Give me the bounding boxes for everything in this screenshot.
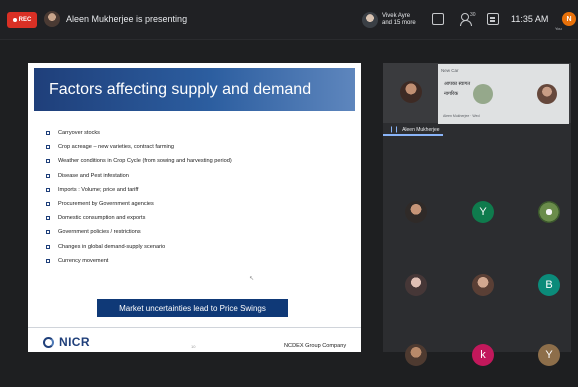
main-speaker-avatar <box>400 81 422 103</box>
popup-text-1: आपका स्वागत <box>444 81 471 87</box>
bullet-item: Currency movement <box>46 254 232 268</box>
participant-tile-flower[interactable] <box>538 201 560 223</box>
slide-page-number: 10 <box>191 344 196 349</box>
self-avatar: N <box>562 12 576 26</box>
slide-footer-company: NCDEX Group Company <box>284 343 347 349</box>
popup-header: New Car <box>441 68 459 73</box>
clock: 11:35 AM <box>511 14 549 24</box>
bullet-item: Disease and Pest infestation <box>46 169 232 183</box>
participant-tile-photo[interactable] <box>405 344 427 366</box>
bullet-text: Carryover stocks <box>58 130 100 137</box>
bullet-box-icon <box>46 216 50 221</box>
participant-tile-k[interactable]: k <box>472 344 494 366</box>
bullet-text: Domestic consumption and exports <box>58 215 146 222</box>
popup-text-2: नागरिक <box>444 91 459 97</box>
bullet-item: Imports : Volume; price and tariff <box>46 183 232 197</box>
speaking-indicator-icon: ❙❙ <box>389 127 400 133</box>
participant-tile-photo[interactable] <box>405 201 427 223</box>
bullet-box-icon <box>46 159 50 164</box>
bullet-box-icon <box>46 202 50 207</box>
bullet-text: Currency movement <box>58 257 109 264</box>
bullet-text: Imports : Volume; price and tariff <box>58 186 139 193</box>
nicr-logo: NICR <box>43 335 90 349</box>
bullet-text: Changes in global demand-supply scenario <box>58 243 166 250</box>
participant-tile-b[interactable]: B <box>538 274 560 296</box>
activities-icon[interactable] <box>432 13 444 25</box>
nicr-logo-text: NICR <box>59 335 90 349</box>
mouse-cursor-icon: ↖ <box>249 276 255 282</box>
slide-title: Factors affecting supply and demand <box>49 81 312 98</box>
bullet-box-icon <box>46 145 50 150</box>
bullet-box-icon <box>46 258 50 263</box>
bullet-item: Weather conditions in Crop Cycle (from s… <box>46 154 232 168</box>
participant-tile-photo[interactable] <box>472 274 494 296</box>
bullet-box-icon <box>46 131 50 136</box>
bullet-box-icon <box>46 230 50 235</box>
participant-tile-y2[interactable]: Y <box>538 344 560 366</box>
slide-banner: Market uncertainties lead to Price Swing… <box>97 299 288 317</box>
bullet-text: Government policies / restrictions <box>58 229 141 236</box>
bullet-item: Procurement by Government agencies <box>46 197 232 211</box>
popup-avatar <box>537 84 557 104</box>
slide-header: Factors affecting supply and demand <box>34 68 355 111</box>
participant-tile-y[interactable]: Y <box>472 201 494 223</box>
bullet-box-icon <box>46 173 50 178</box>
bullet-item: Domestic consumption and exports <box>46 211 232 225</box>
bullet-item: Changes in global demand-supply scenario <box>46 240 232 254</box>
self-label: You <box>555 26 562 31</box>
popup-thumbnail <box>473 84 493 104</box>
participant-tile-photo[interactable] <box>405 274 427 296</box>
participants-line-1: Vivek Ayre <box>382 13 411 19</box>
participants-summary: Vivek Ayre and 15 more <box>382 13 416 27</box>
bullet-item: Carryover stocks <box>46 126 232 140</box>
main-speaker-label: ❙❙ Aleen Mukherjee <box>389 126 440 134</box>
participants-line-2: and 15 more <box>382 20 416 26</box>
bullet-text: Procurement by Government agencies <box>58 201 154 208</box>
presentation-slide: Factors affecting supply and demand Carr… <box>28 63 361 352</box>
slide-bullet-list: Carryover stocks Crop acreage – new vari… <box>46 126 232 268</box>
record-dot-icon <box>12 18 17 22</box>
popup-footer: Aleen Mukherjee · Wed <box>443 114 480 118</box>
active-speaker-underline <box>383 134 443 136</box>
slide-footer-divider <box>28 327 361 328</box>
overlay-popup[interactable]: New Car आपका स्वागत नागरिक Aleen Mukherj… <box>438 64 569 124</box>
bullet-text: Weather conditions in Crop Cycle (from s… <box>58 158 232 165</box>
bullet-box-icon <box>46 244 50 249</box>
main-speaker-name: Aleen Mukherjee <box>402 126 440 133</box>
bullet-text: Crop acreage – new varieties, contract f… <box>58 144 174 151</box>
bullet-item: Crop acreage – new varieties, contract f… <box>46 140 232 154</box>
rec-label: REC <box>18 17 32 23</box>
bullet-box-icon <box>46 187 50 192</box>
chat-icon[interactable] <box>487 13 499 25</box>
presenting-status: Aleen Mukherjee is presenting <box>66 14 188 24</box>
participant-avatar <box>362 12 378 28</box>
bullet-text: Disease and Pest infestation <box>58 172 129 179</box>
bullet-item: Government policies / restrictions <box>46 225 232 239</box>
nicr-logo-icon <box>43 336 54 348</box>
participants-chip[interactable]: Vivek Ayre and 15 more <box>362 9 416 31</box>
presenter-avatar <box>44 11 60 27</box>
recording-indicator: REC <box>7 12 37 28</box>
meeting-top-bar: REC Aleen Mukherjee is presenting Vivek … <box>0 0 578 40</box>
people-count: 30 <box>470 12 476 18</box>
self-view[interactable]: N You <box>555 11 576 31</box>
